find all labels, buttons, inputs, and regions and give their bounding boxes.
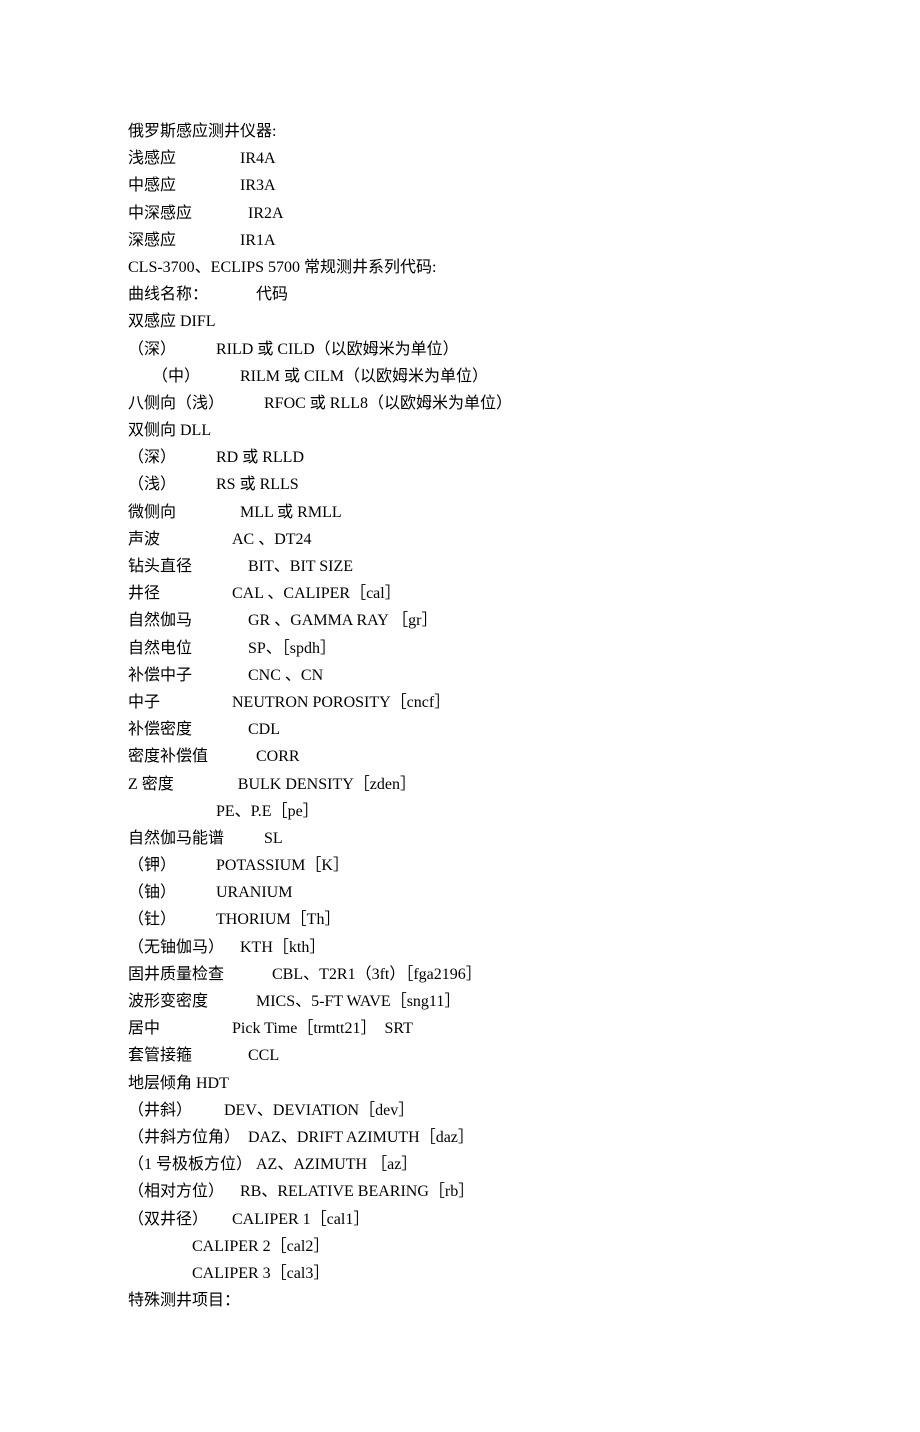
text-line: 中子 NEUTRON POROSITY［cncf］ xyxy=(128,689,792,716)
text-line: （双井径） CALIPER 1［cal1］ xyxy=(128,1206,792,1233)
text-line: （铀） URANIUM xyxy=(128,879,792,906)
text-line: PE、P.E［pe］ xyxy=(128,798,792,825)
text-line: CALIPER 2［cal2］ xyxy=(128,1233,792,1260)
text-line: 补偿密度 CDL xyxy=(128,716,792,743)
text-line: 八侧向（浅） RFOC 或 RLL8（以欧姆米为单位） xyxy=(128,390,792,417)
text-line: 自然伽马能谱 SL xyxy=(128,825,792,852)
text-line: （无铀伽马） KTH［kth］ xyxy=(128,934,792,961)
document-content: 俄罗斯感应测井仪器:浅感应 IR4A中感应 IR3A中深感应 IR2A深感应 I… xyxy=(128,118,792,1314)
text-line: 密度补偿值 CORR xyxy=(128,743,792,770)
text-line: （中） RILM 或 CILM（以欧姆米为单位） xyxy=(128,363,792,390)
text-line: 套管接箍 CCL xyxy=(128,1042,792,1069)
text-line: （深） RD 或 RLLD xyxy=(128,444,792,471)
text-line: 俄罗斯感应测井仪器: xyxy=(128,118,792,145)
text-line: 固井质量检查 CBL、T2R1（3ft）［fga2196］ xyxy=(128,961,792,988)
text-line: （相对方位） RB、RELATIVE BEARING［rb］ xyxy=(128,1178,792,1205)
text-line: （井斜） DEV、DEVIATION［dev］ xyxy=(128,1097,792,1124)
text-line: （钾） POTASSIUM［K］ xyxy=(128,852,792,879)
text-line: （深） RILD 或 CILD（以欧姆米为单位） xyxy=(128,336,792,363)
text-line: 波形变密度 MICS、5-FT WAVE［sng11］ xyxy=(128,988,792,1015)
text-line: CLS-3700、ECLIPS 5700 常规测井系列代码: xyxy=(128,254,792,281)
text-line: 自然电位 SP、［spdh］ xyxy=(128,635,792,662)
text-line: Z 密度 BULK DENSITY［zden］ xyxy=(128,771,792,798)
text-line: 双侧向 DLL xyxy=(128,417,792,444)
text-line: 中感应 IR3A xyxy=(128,172,792,199)
text-line: （钍） THORIUM［Th］ xyxy=(128,906,792,933)
text-line: 曲线名称： 代码 xyxy=(128,281,792,308)
text-line: 钻头直径 BIT、BIT SIZE xyxy=(128,553,792,580)
text-line: 声波 AC 、DT24 xyxy=(128,526,792,553)
text-line: 井径 CAL 、CALIPER［cal］ xyxy=(128,580,792,607)
text-line: 深感应 IR1A xyxy=(128,227,792,254)
text-line: 特殊测井项目： xyxy=(128,1287,792,1314)
text-line: 中深感应 IR2A xyxy=(128,200,792,227)
text-line: （浅） RS 或 RLLS xyxy=(128,471,792,498)
text-line: 补偿中子 CNC 、CN xyxy=(128,662,792,689)
text-line: 地层倾角 HDT xyxy=(128,1070,792,1097)
text-line: （1 号极板方位） AZ、AZIMUTH ［az］ xyxy=(128,1151,792,1178)
text-line: 浅感应 IR4A xyxy=(128,145,792,172)
text-line: 微侧向 MLL 或 RMLL xyxy=(128,499,792,526)
text-line: （井斜方位角） DAZ、DRIFT AZIMUTH［daz］ xyxy=(128,1124,792,1151)
text-line: 自然伽马 GR 、GAMMA RAY ［gr］ xyxy=(128,607,792,634)
text-line: CALIPER 3［cal3］ xyxy=(128,1260,792,1287)
text-line: 双感应 DIFL xyxy=(128,308,792,335)
text-line: 居中 Pick Time［trmtt21］ SRT xyxy=(128,1015,792,1042)
